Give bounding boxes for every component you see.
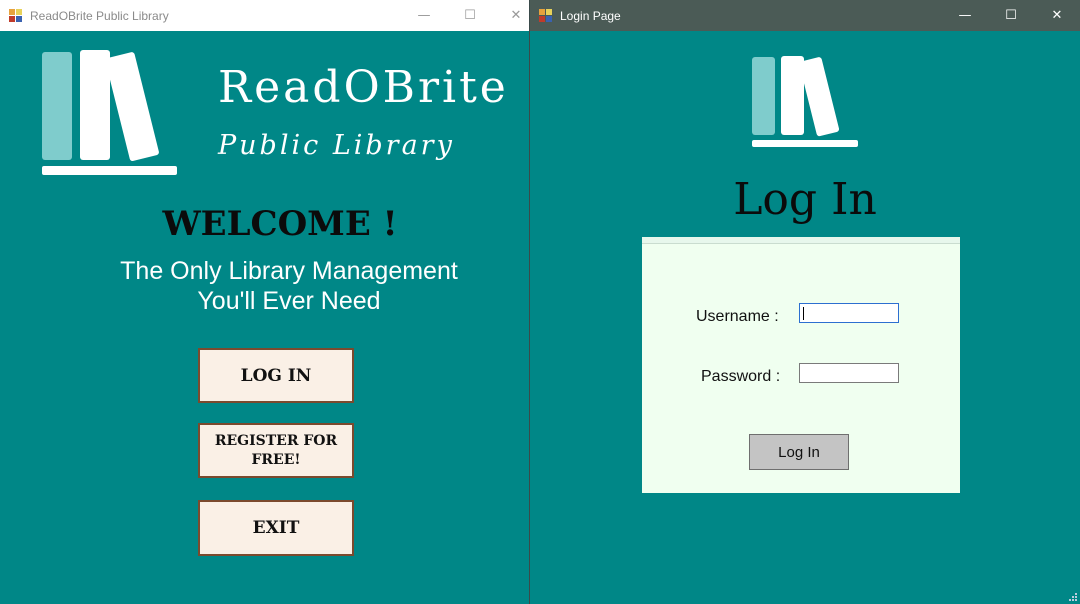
resize-grip-icon[interactable] (1069, 593, 1077, 601)
password-label: Password : (701, 368, 781, 385)
minimize-icon[interactable]: — (942, 0, 988, 31)
close-icon[interactable]: ✕ (493, 0, 529, 31)
app-icon (9, 8, 23, 23)
tagline-line-1: The Only Library Management (120, 257, 458, 285)
library-logo-icon (751, 55, 861, 151)
main-window: ReadOBrite Public Library — ☐ ✕ ReadOBri… (0, 0, 530, 604)
login-titlebar[interactable]: Login Page — ☐ ✕ (530, 0, 1080, 31)
username-input[interactable] (799, 303, 899, 323)
tagline-line-2: You'll Ever Need (197, 287, 381, 315)
app-icon (539, 8, 553, 23)
panel-divider (642, 243, 960, 244)
tagline: The Only Library Management You'll Ever … (0, 256, 529, 316)
login-button[interactable]: LOG IN (198, 348, 354, 403)
brand-subtitle: Public Library (218, 130, 455, 161)
username-label: Username : (696, 308, 779, 325)
welcome-heading: WELCOME ! (162, 204, 398, 244)
text-caret (803, 307, 804, 320)
maximize-icon[interactable]: ☐ (447, 0, 493, 31)
exit-button[interactable]: EXIT (198, 500, 354, 556)
login-window: Login Page — ☐ ✕ Log In Username : Passw… (530, 0, 1080, 604)
brand-name: ReadOBrite (218, 62, 509, 113)
main-window-title: ReadOBrite Public Library (30, 8, 169, 23)
main-titlebar[interactable]: ReadOBrite Public Library — ☐ ✕ (0, 0, 529, 31)
login-submit-button[interactable]: Log In (749, 434, 849, 470)
password-input[interactable] (799, 363, 899, 383)
maximize-icon[interactable]: ☐ (988, 0, 1034, 31)
login-window-title: Login Page (560, 8, 621, 23)
close-icon[interactable]: ✕ (1034, 0, 1080, 31)
library-logo-icon (40, 50, 180, 178)
register-button[interactable]: REGISTER FOR FREE! (198, 423, 354, 478)
minimize-icon[interactable]: — (401, 0, 447, 31)
login-form-panel: Username : Password : Log In (642, 237, 960, 493)
login-heading: Log In (733, 174, 877, 225)
